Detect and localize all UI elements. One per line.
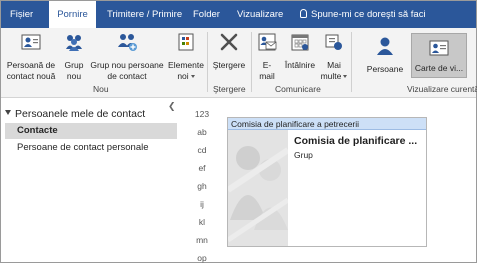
view-people-label: Persoane [366, 64, 404, 74]
index-cd[interactable]: cd [187, 145, 217, 155]
new-items-icon [178, 33, 194, 51]
tell-me-text: Spune-mi ce doreşti să faci [311, 9, 426, 20]
tab-view[interactable]: Vizualizare [237, 1, 283, 28]
index-123[interactable]: 123 [187, 109, 217, 119]
group-label-new: Nou [93, 84, 109, 94]
new-contact-group-button[interactable]: Grup nou persoane de contact [89, 31, 165, 83]
index-ab[interactable]: ab [187, 127, 217, 137]
card-header: Comisia de planificare a petrecerii [228, 118, 426, 130]
people-group-icon [66, 35, 82, 51]
folder-contacts[interactable]: Contacte [5, 123, 177, 139]
tab-home[interactable]: Pornire [49, 1, 96, 28]
new-contact-group-label-1: Grup nou persoane [90, 60, 164, 70]
chevron-down-icon [343, 75, 348, 78]
group-label-current-view: Vizualizare curentă [407, 84, 477, 94]
email-icon [258, 33, 277, 51]
more-label-2: multe [319, 71, 349, 81]
folder-personal-contacts[interactable]: Persoane de contact personale [5, 140, 177, 156]
index-mn[interactable]: mn [187, 235, 217, 245]
new-group-label-1: Grup [64, 60, 84, 70]
my-contacts-label: Persoanele mele de contact [15, 108, 146, 120]
contact-group-icon [118, 34, 137, 51]
index-kl[interactable]: kl [187, 217, 217, 227]
expand-triangle-icon [5, 110, 11, 115]
new-items-button[interactable]: Elemente noi [167, 31, 205, 83]
ribbon-separator [251, 32, 252, 92]
new-items-label-2: noi [167, 71, 205, 81]
collapse-pane-icon[interactable]: ❮ [168, 101, 176, 112]
delete-button[interactable]: Ştergere [209, 31, 249, 83]
card-subtitle: Grup [294, 150, 313, 160]
view-business-card-button[interactable]: Carte de vi... [411, 33, 467, 78]
new-contact-group-label-2: de contact [107, 71, 147, 81]
delete-label: Ştergere [212, 60, 246, 70]
more-icon [325, 34, 342, 50]
meeting-label: Întâlnire [284, 60, 316, 70]
new-contact-button[interactable]: Persoană de contact nouă [3, 31, 59, 83]
view-business-card-label: Carte de vi... [414, 63, 464, 73]
index-ef[interactable]: ef [187, 163, 217, 173]
email-label-1: E- [262, 60, 272, 70]
view-people-button[interactable]: Persoane [363, 31, 407, 79]
my-contacts-header[interactable]: Persoanele mele de contact [5, 108, 145, 120]
ribbon-tab-bar: Fișier Pornire Trimitere / Primire Folde… [1, 1, 476, 28]
new-group-label-2: nou [66, 71, 82, 81]
group-placeholder-icon [228, 130, 288, 246]
lightbulb-icon [300, 9, 307, 18]
ribbon-separator [207, 32, 208, 92]
people-view-icon [377, 37, 393, 55]
card-title: Comisia de planificare ... [294, 135, 418, 147]
group-label-delete: Ştergere [213, 84, 246, 94]
new-contact-label-2: contact nouă [6, 71, 56, 81]
new-contact-label-1: Persoană de [6, 60, 56, 70]
contact-card-icon [21, 34, 41, 50]
chevron-down-icon [190, 75, 195, 78]
meeting-button[interactable]: Întâlnire [283, 31, 317, 83]
group-picture [228, 130, 288, 246]
more-label-1: Mai [327, 60, 341, 70]
tab-send-receive[interactable]: Trimitere / Primire [107, 1, 182, 28]
meeting-calendar-icon [291, 34, 309, 51]
email-button[interactable]: E- mail [253, 31, 281, 83]
index-gh[interactable]: gh [187, 181, 217, 191]
new-items-label-1: Elemente [168, 60, 204, 70]
index-op[interactable]: op [187, 253, 217, 263]
new-group-button[interactable]: Grup nou [61, 31, 87, 83]
folder-pane: ❮ Persoanele mele de contact Contacte Pe… [1, 99, 181, 262]
contact-card[interactable]: Comisia de planificare a petrecerii Comi… [227, 117, 427, 247]
ribbon-separator [351, 32, 352, 92]
tab-file[interactable]: Fișier [10, 1, 33, 28]
business-card-icon [429, 40, 449, 56]
index-ij[interactable]: ij [187, 199, 217, 209]
more-button[interactable]: Mai multe [319, 31, 349, 83]
tab-folder[interactable]: Folder [193, 1, 220, 28]
email-label-2: mail [259, 71, 275, 81]
tell-me-box[interactable]: Spune-mi ce doreşti să faci [300, 1, 426, 28]
ribbon: Persoană de contact nouă Grup nou Grup n… [1, 28, 477, 98]
delete-x-icon [220, 33, 238, 51]
group-label-communicate: Comunicare [275, 84, 321, 94]
